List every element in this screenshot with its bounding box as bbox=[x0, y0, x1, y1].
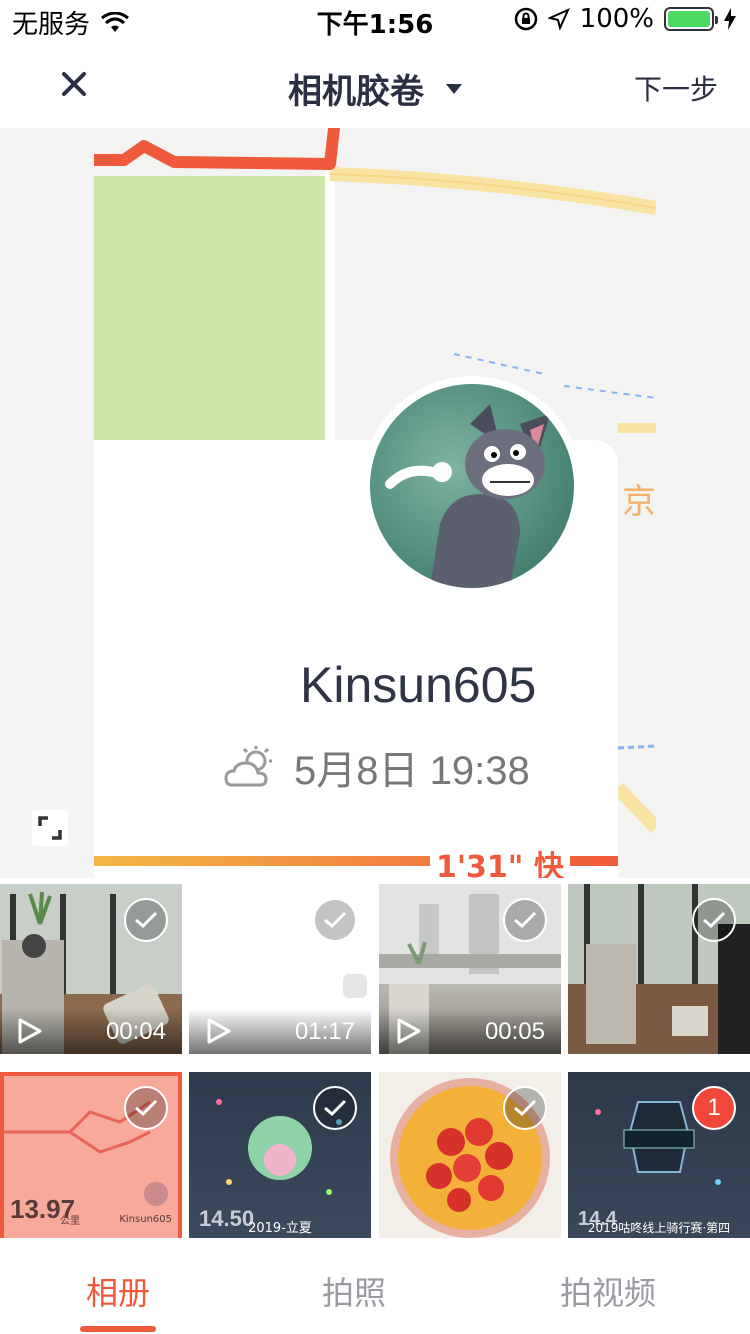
username: Kinsun605 bbox=[300, 657, 537, 713]
bottom-tabs: 相册 拍照 拍视频 bbox=[0, 1238, 750, 1334]
caret-down-icon bbox=[446, 83, 462, 94]
partly-cloudy-icon bbox=[224, 746, 272, 787]
select-circle[interactable] bbox=[503, 898, 547, 942]
grid-item-video-3[interactable]: 00:05 bbox=[379, 884, 561, 1054]
expand-button[interactable] bbox=[32, 810, 68, 846]
grid-item-video-2[interactable]: 01:17 bbox=[189, 884, 371, 1054]
thumbnail-caption: 2019-立夏 bbox=[248, 1221, 312, 1236]
grid-item-video-1[interactable]: 00:04 bbox=[0, 884, 182, 1054]
next-button[interactable]: 下一步 bbox=[634, 68, 718, 108]
tab-record-video[interactable]: 拍视频 bbox=[560, 1268, 656, 1314]
grid-item-photo-7[interactable] bbox=[379, 1072, 561, 1242]
battery-percent: 100% bbox=[579, 4, 654, 34]
blank-thumbnail bbox=[343, 974, 367, 998]
video-duration: 00:04 bbox=[105, 1018, 166, 1045]
check-icon bbox=[324, 1099, 347, 1117]
select-circle[interactable] bbox=[124, 898, 168, 942]
wifi-icon bbox=[101, 11, 129, 32]
play-icon bbox=[397, 1018, 421, 1044]
carrier-label: 无服务 bbox=[12, 10, 91, 40]
select-circle[interactable] bbox=[313, 1086, 357, 1130]
check-icon bbox=[135, 1099, 158, 1117]
play-icon bbox=[207, 1018, 231, 1044]
tab-album[interactable]: 相册 bbox=[86, 1268, 150, 1314]
check-icon bbox=[703, 911, 726, 929]
check-icon bbox=[514, 911, 537, 929]
pace-label: 1'31" 快 bbox=[430, 842, 570, 878]
map-label: 京 bbox=[622, 482, 656, 522]
nav-bar: 相机胶卷 下一步 bbox=[0, 44, 750, 128]
expand-icon bbox=[38, 816, 62, 840]
select-circle[interactable] bbox=[124, 1086, 168, 1130]
photo-preview: 京 Kinsun605 5月8日 19:38 1'31" 快 bbox=[0, 128, 750, 878]
thumbnail-caption: 2019咕咚线上骑行赛·第四 bbox=[587, 1221, 731, 1235]
orientation-lock-icon bbox=[514, 7, 537, 31]
location-arrow-icon bbox=[547, 8, 570, 30]
grid-item-photo-6[interactable]: 14.50 2019-立夏 bbox=[189, 1072, 371, 1242]
battery-icon bbox=[664, 7, 718, 31]
check-icon bbox=[324, 911, 347, 929]
album-selector[interactable]: 相机胶卷 bbox=[288, 64, 462, 113]
cartoon-cat-image bbox=[385, 404, 550, 588]
activity-datetime: 5月8日 19:38 bbox=[294, 749, 530, 793]
video-duration: 01:17 bbox=[294, 1018, 355, 1045]
grid-item-photo-5[interactable]: 13.97 公里 Kinsun605 bbox=[0, 1072, 182, 1242]
grid-item-photo-4[interactable] bbox=[568, 884, 750, 1054]
select-circle[interactable] bbox=[503, 1086, 547, 1130]
preview-image: 京 Kinsun605 5月8日 19:38 1'31" 快 bbox=[94, 128, 656, 878]
status-bar: 无服务 下午1:56 100% bbox=[0, 0, 750, 40]
avatar bbox=[370, 384, 574, 588]
status-left: 无服务 bbox=[12, 4, 130, 41]
charging-bolt-icon bbox=[724, 8, 736, 30]
check-icon bbox=[135, 911, 158, 929]
select-circle[interactable] bbox=[313, 898, 357, 942]
tab-take-photo[interactable]: 拍照 bbox=[322, 1268, 386, 1314]
check-icon bbox=[514, 1099, 537, 1117]
selection-number-badge[interactable]: 1 bbox=[692, 1086, 736, 1130]
play-icon bbox=[18, 1018, 42, 1044]
page-title: 相机胶卷 bbox=[288, 72, 424, 112]
date-row: 5月8日 19:38 bbox=[224, 738, 530, 796]
video-duration: 00:05 bbox=[484, 1018, 545, 1045]
photo-grid: 00:04 01:17 00:05 13.97 公里 Kinsun605 14.… bbox=[0, 884, 750, 1242]
grid-item-photo-8[interactable]: 14.4 2019咕咚线上骑行赛·第四 1 bbox=[568, 1072, 750, 1242]
active-tab-indicator bbox=[80, 1326, 156, 1332]
status-right: 100% bbox=[514, 4, 736, 34]
select-circle[interactable] bbox=[692, 898, 736, 942]
